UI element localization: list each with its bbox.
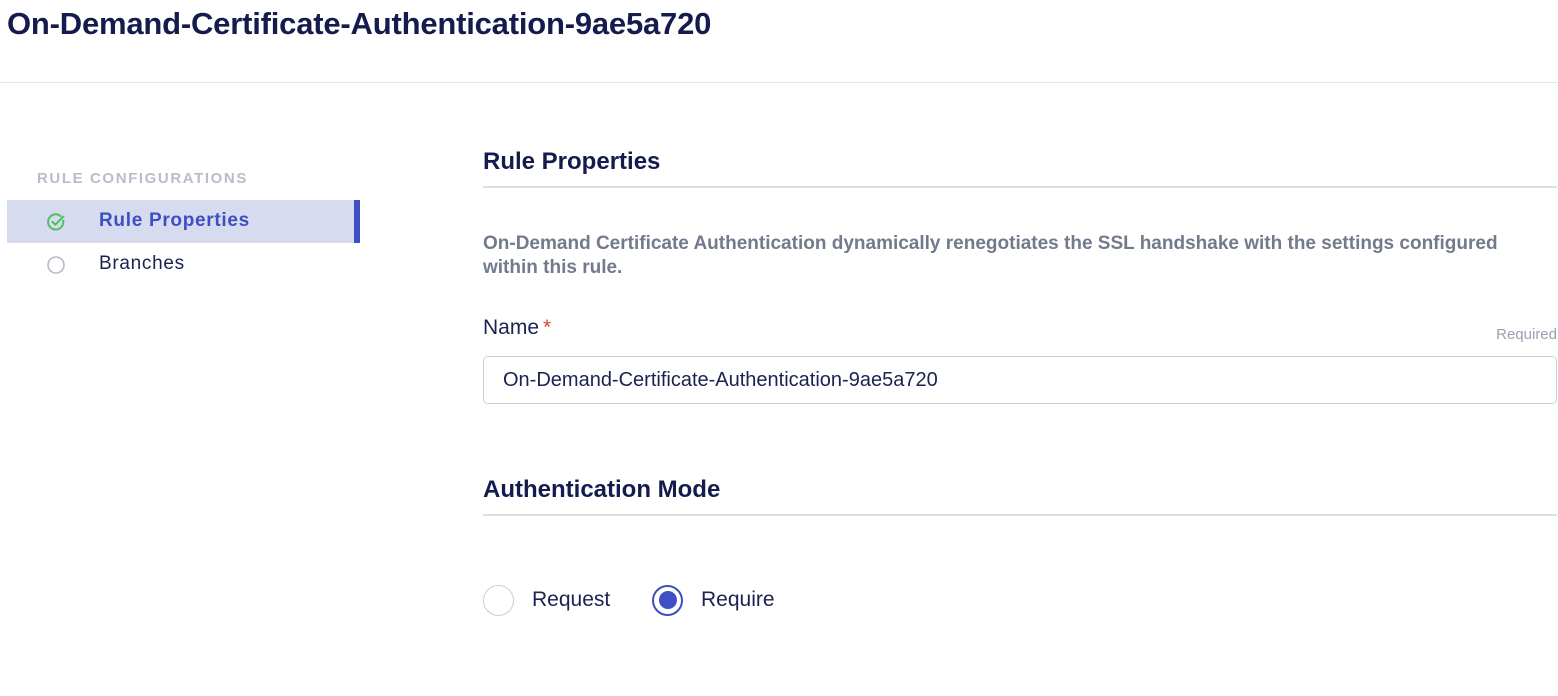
required-star: * <box>543 316 552 339</box>
sidebar-item-branches[interactable]: Branches <box>7 243 360 286</box>
radio-label-require: Require <box>701 588 775 611</box>
check-circle-icon <box>46 212 66 232</box>
sidebar-item-label: Rule Properties <box>99 210 250 231</box>
radio-option-require[interactable]: Require <box>652 584 775 616</box>
sidebar-heading: RULE CONFIGURATIONS <box>37 170 248 187</box>
rule-properties-heading: Rule Properties <box>483 148 1557 188</box>
radio-option-request[interactable]: Request <box>483 584 610 616</box>
page-header: On-Demand-Certificate-Authentication-9ae… <box>0 0 1558 83</box>
radio-request[interactable] <box>483 584 514 616</box>
sidebar-item-label: Branches <box>99 253 185 274</box>
required-hint: Required <box>1496 326 1557 343</box>
name-field-label: Name * <box>483 316 551 340</box>
name-input[interactable] <box>483 356 1557 404</box>
page: On-Demand-Certificate-Authentication-9ae… <box>0 0 1558 696</box>
sidebar-item-rule-properties[interactable]: Rule Properties <box>7 200 360 243</box>
empty-circle-icon <box>46 255 66 275</box>
radio-label-request: Request <box>532 588 611 611</box>
authentication-mode-heading: Authentication Mode <box>483 476 1557 516</box>
name-label-text: Name <box>483 316 540 339</box>
page-title: On-Demand-Certificate-Authentication-9ae… <box>7 6 712 41</box>
radio-require[interactable] <box>652 584 683 616</box>
rule-description: On-Demand Certificate Authentication dyn… <box>483 233 1498 278</box>
